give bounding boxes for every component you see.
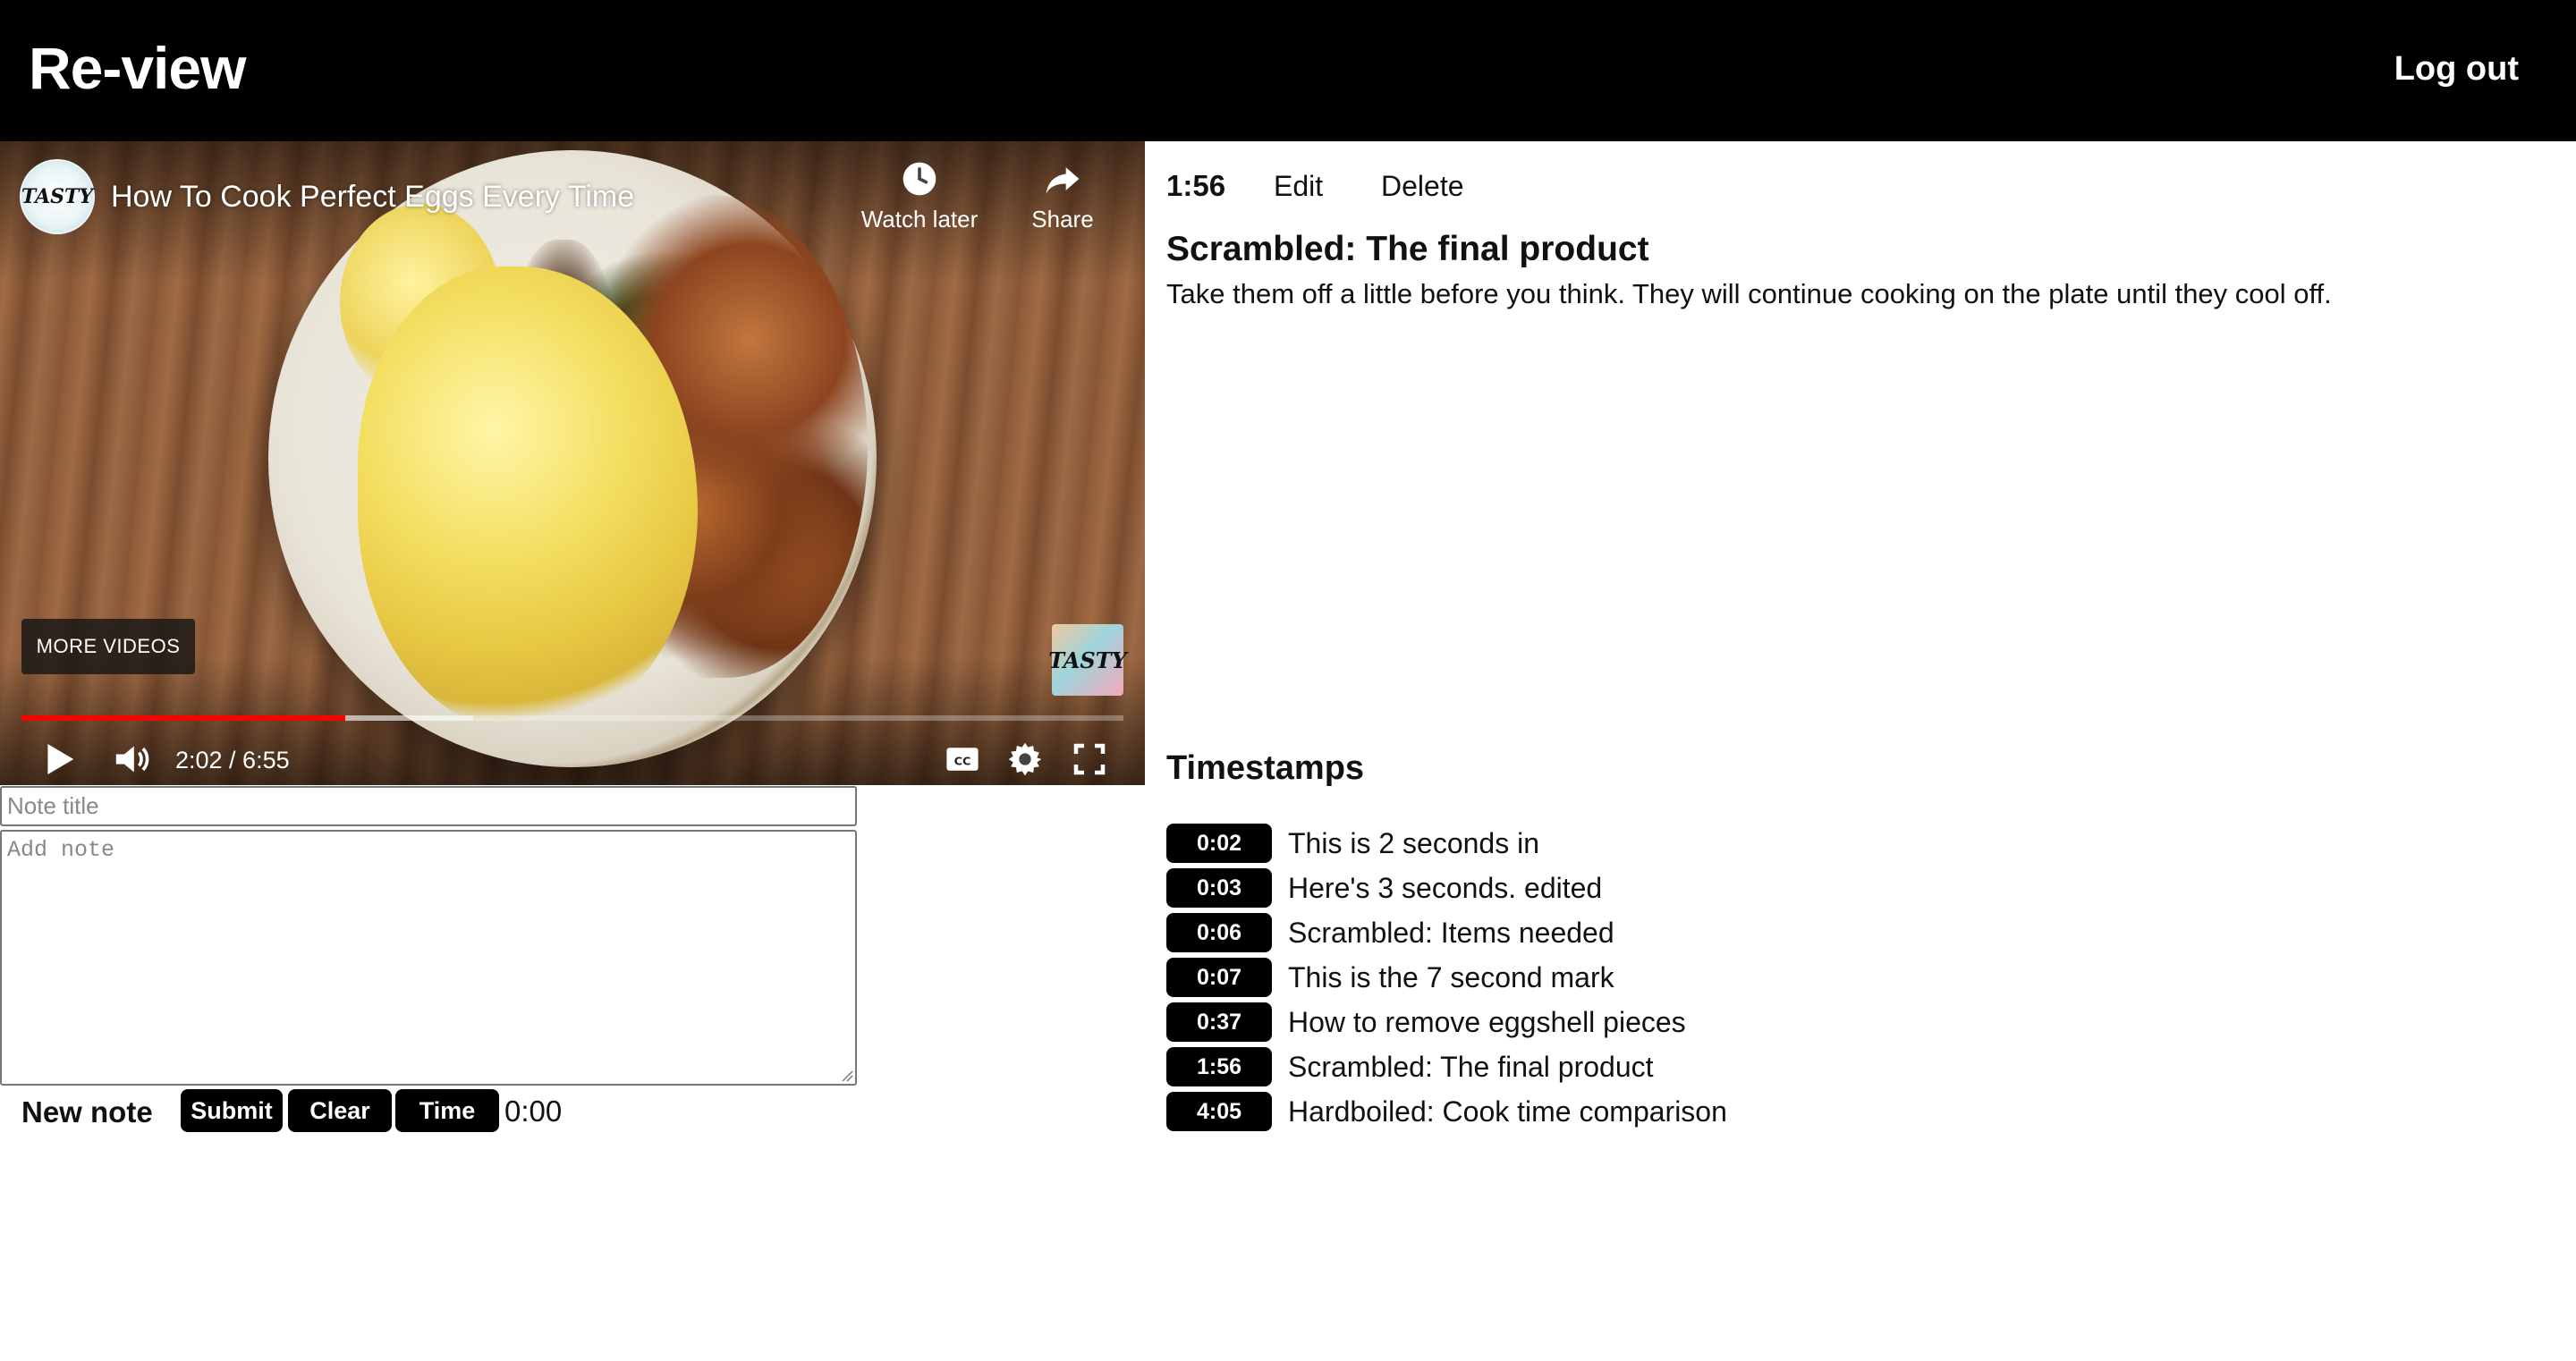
share-button[interactable]: Share <box>1000 159 1125 233</box>
watch-later-label: Watch later <box>860 206 979 232</box>
channel-avatar-text: TASTY <box>21 185 94 208</box>
timestamp-label[interactable]: This is the 7 second mark <box>1288 959 1614 996</box>
timestamp-time-button[interactable]: 0:37 <box>1166 1002 1272 1042</box>
timestamp-label[interactable]: Hardboiled: Cook time comparison <box>1288 1093 1727 1130</box>
channel-avatar[interactable]: TASTY <box>20 159 95 234</box>
timestamps-heading: Timestamps <box>1166 749 1365 787</box>
selected-note-body: Take them off a little before you think.… <box>1166 278 2332 309</box>
top-bar: Re-view Log out <box>0 0 2576 141</box>
timestamp-row: 0:02 This is 2 seconds in <box>1166 821 1727 866</box>
channel-watermark-text: TASTY <box>1048 647 1127 673</box>
captions-button[interactable]: CC <box>945 733 980 785</box>
fullscreen-icon <box>1073 743 1106 775</box>
video-time-display: 2:02 / 6:55 <box>175 747 290 773</box>
video-player[interactable]: TASTY How To Cook Perfect Eggs Every Tim… <box>0 141 1145 785</box>
timestamp-time-button[interactable]: 0:07 <box>1166 958 1272 997</box>
timestamp-row: 0:37 How to remove eggshell pieces <box>1166 1000 1727 1044</box>
video-progress-bar[interactable] <box>21 715 1123 721</box>
timestamp-row: 1:56 Scrambled: The final product <box>1166 1044 1727 1089</box>
timestamp-row: 0:07 This is the 7 second mark <box>1166 955 1727 1000</box>
timestamp-label[interactable]: Here's 3 seconds. edited <box>1288 869 1602 907</box>
note-title-input[interactable] <box>0 786 857 826</box>
video-progress-fill <box>21 715 346 721</box>
submit-button[interactable]: Submit <box>181 1089 283 1132</box>
closed-captions-icon: CC <box>946 748 979 771</box>
timestamp-time-button[interactable]: 0:02 <box>1166 824 1272 863</box>
app-brand[interactable]: Re-view <box>29 32 246 104</box>
gear-icon <box>1008 742 1042 776</box>
logout-button[interactable]: Log out <box>2394 46 2519 91</box>
new-note-label: New note <box>21 1095 153 1129</box>
timestamp-label[interactable]: How to remove eggshell pieces <box>1288 1003 1686 1041</box>
timestamp-time-button[interactable]: 4:05 <box>1166 1092 1272 1131</box>
timestamp-label[interactable]: This is 2 seconds in <box>1288 824 1539 862</box>
edit-note-button[interactable]: Edit <box>1274 166 1323 206</box>
timestamp-time-button[interactable]: 0:06 <box>1166 913 1272 952</box>
play-button[interactable] <box>45 733 75 785</box>
share-icon <box>1046 167 1080 194</box>
timestamp-row: 0:06 Scrambled: Items needed <box>1166 910 1727 955</box>
more-videos-button[interactable]: MORE VIDEOS <box>21 619 195 674</box>
timestamp-label[interactable]: Scrambled: Items needed <box>1288 914 1614 951</box>
timestamp-label[interactable]: Scrambled: The final product <box>1288 1048 1654 1086</box>
clear-button[interactable]: Clear <box>288 1089 392 1132</box>
clock-icon <box>902 162 936 196</box>
share-label: Share <box>1031 206 1094 232</box>
timestamp-row: 4:05 Hardboiled: Cook time comparison <box>1166 1089 1727 1134</box>
timestamp-time-button[interactable]: 1:56 <box>1166 1047 1272 1086</box>
selected-note-title: Scrambled: The final product <box>1166 230 1649 268</box>
note-body-textarea[interactable] <box>0 830 857 1086</box>
timestamps-list: 0:02 This is 2 seconds in 0:03 Here's 3 … <box>1166 821 1727 1134</box>
volume-icon <box>115 746 149 773</box>
settings-button[interactable] <box>1007 733 1043 785</box>
time-button[interactable]: Time <box>395 1089 499 1132</box>
resize-grip-icon[interactable] <box>839 1068 853 1082</box>
watch-later-button[interactable]: Watch later <box>857 159 982 233</box>
timestamp-row: 0:03 Here's 3 seconds. edited <box>1166 866 1727 910</box>
channel-watermark[interactable]: TASTY <box>1048 624 1127 696</box>
volume-button[interactable] <box>113 733 152 785</box>
play-icon <box>47 744 74 774</box>
video-title[interactable]: How To Cook Perfect Eggs Every Time <box>111 177 634 216</box>
delete-note-button[interactable]: Delete <box>1381 166 1464 206</box>
svg-text:CC: CC <box>954 755 971 768</box>
selected-note-time: 1:56 <box>1166 169 1226 202</box>
timestamp-time-button[interactable]: 0:03 <box>1166 868 1272 908</box>
fullscreen-button[interactable] <box>1073 733 1106 785</box>
current-time-readout: 0:00 <box>504 1095 563 1128</box>
